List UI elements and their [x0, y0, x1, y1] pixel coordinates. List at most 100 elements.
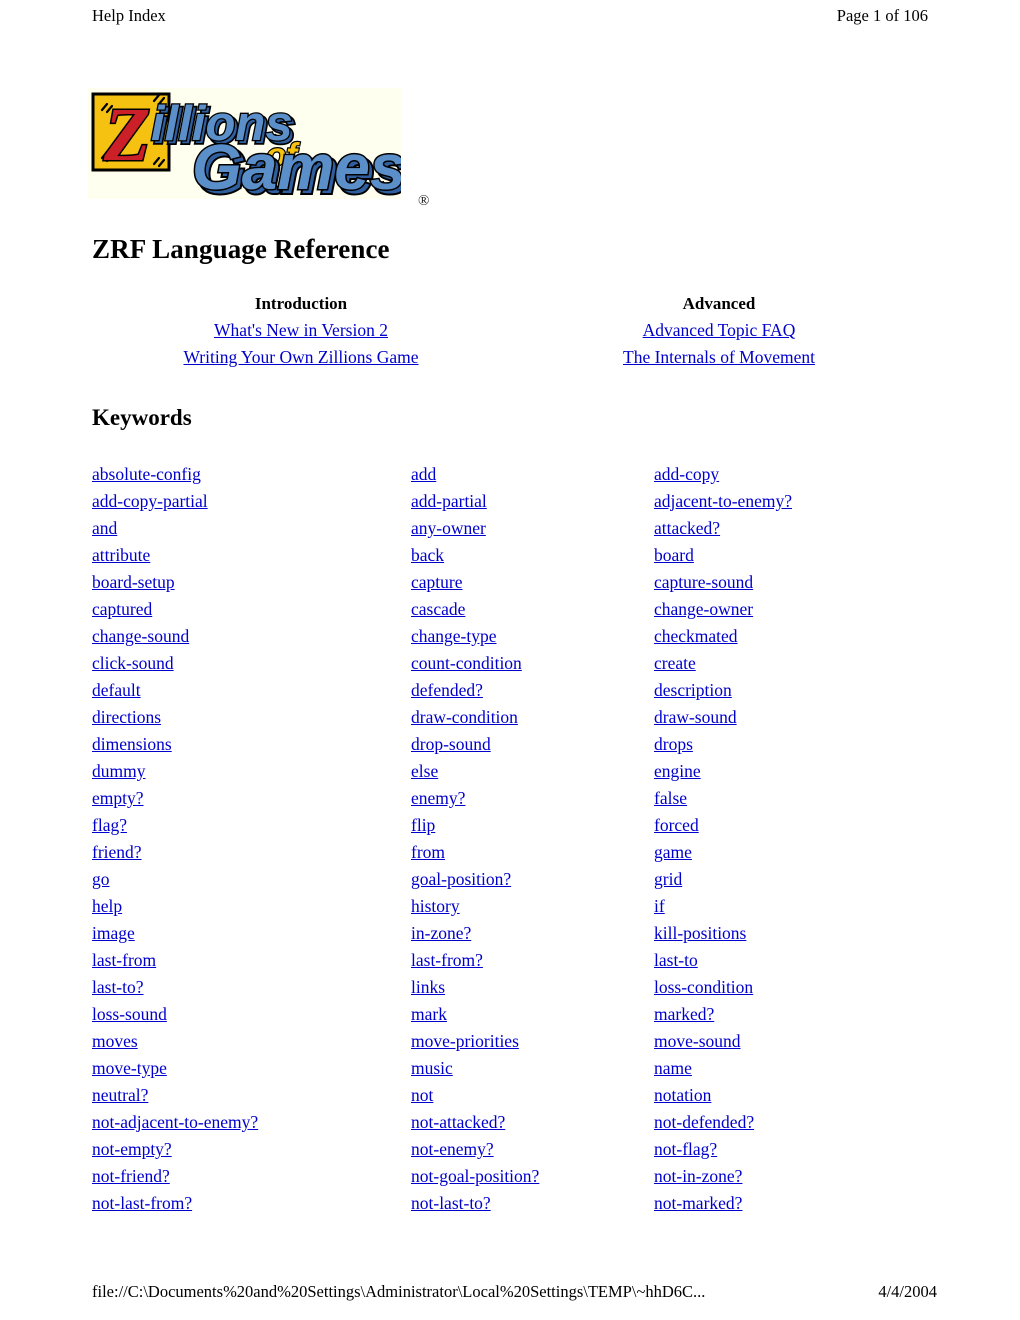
- keyword-link-drops[interactable]: drops: [654, 734, 693, 754]
- keyword-link-capture[interactable]: capture: [411, 572, 463, 592]
- keyword-link-false[interactable]: false: [654, 788, 687, 808]
- keyword-link-last-to[interactable]: last-to: [654, 950, 698, 970]
- keyword-link-help[interactable]: help: [92, 896, 122, 916]
- keyword-link-count-condition[interactable]: count-condition: [411, 653, 522, 673]
- keyword-link-notation[interactable]: notation: [654, 1085, 711, 1105]
- nav-column-introduction: Introduction: [92, 290, 510, 317]
- nav-link-whats-new-in-version-2[interactable]: What's New in Version 2: [214, 320, 388, 340]
- keyword-link-draw-sound[interactable]: draw-sound: [654, 707, 737, 727]
- keyword-cell: draw-condition: [411, 704, 654, 731]
- keyword-link-not-enemy[interactable]: not-enemy?: [411, 1139, 494, 1159]
- keyword-link-description[interactable]: description: [654, 680, 732, 700]
- keyword-link-empty[interactable]: empty?: [92, 788, 144, 808]
- keyword-link-change-type[interactable]: change-type: [411, 626, 497, 646]
- keyword-link-absolute-config[interactable]: absolute-config: [92, 464, 201, 484]
- keyword-link-not-marked[interactable]: not-marked?: [654, 1193, 742, 1213]
- keyword-link-create[interactable]: create: [654, 653, 696, 673]
- keyword-link-change-sound[interactable]: change-sound: [92, 626, 189, 646]
- keyword-row: not-adjacent-to-enemy? not-attacked? not-d…: [92, 1109, 928, 1136]
- keyword-link-in-zone[interactable]: in-zone?: [411, 923, 471, 943]
- keyword-link-flag[interactable]: flag?: [92, 815, 127, 835]
- keyword-link-any-owner[interactable]: any-owner: [411, 518, 486, 538]
- keyword-link-not-empty[interactable]: not-empty?: [92, 1139, 172, 1159]
- keyword-link-history[interactable]: history: [411, 896, 460, 916]
- keyword-link-from[interactable]: from: [411, 842, 445, 862]
- keyword-link-defended[interactable]: defended?: [411, 680, 483, 700]
- keyword-link-not-last-to[interactable]: not-last-to?: [411, 1193, 491, 1213]
- keyword-link-last-from[interactable]: last-from?: [411, 950, 483, 970]
- keyword-cell: not-attacked?: [411, 1109, 654, 1136]
- keyword-link-add[interactable]: add: [411, 464, 436, 484]
- keyword-link-attacked[interactable]: attacked?: [654, 518, 720, 538]
- page-title: ZRF Language Reference: [92, 234, 390, 264]
- keyword-link-forced[interactable]: forced: [654, 815, 699, 835]
- keyword-link-engine[interactable]: engine: [654, 761, 701, 781]
- keyword-row: flag? flip forced: [92, 812, 928, 839]
- keyword-link-checkmated[interactable]: checkmated: [654, 626, 738, 646]
- keyword-cell: not-last-to?: [411, 1190, 654, 1217]
- keyword-cell: in-zone?: [411, 920, 654, 947]
- keyword-link-attribute[interactable]: attribute: [92, 545, 150, 565]
- keyword-link-draw-condition[interactable]: draw-condition: [411, 707, 518, 727]
- keyword-link-not-defended[interactable]: not-defended?: [654, 1112, 754, 1132]
- keyword-link-not[interactable]: not: [411, 1085, 433, 1105]
- keyword-link-not-attacked[interactable]: not-attacked?: [411, 1112, 505, 1132]
- keyword-link-cascade[interactable]: cascade: [411, 599, 465, 619]
- keyword-link-directions[interactable]: directions: [92, 707, 161, 727]
- keyword-link-change-owner[interactable]: change-owner: [654, 599, 753, 619]
- keyword-link-capture-sound[interactable]: capture-sound: [654, 572, 753, 592]
- keyword-link-go[interactable]: go: [92, 869, 110, 889]
- keyword-link-image[interactable]: image: [92, 923, 135, 943]
- nav-link-writing-your-own-zillions-game[interactable]: Writing Your Own Zillions Game: [183, 347, 418, 367]
- keyword-cell: any-owner: [411, 515, 654, 542]
- keyword-link-not-adjacent-to-enemy[interactable]: not-adjacent-to-enemy?: [92, 1112, 258, 1132]
- keyword-link-not-flag[interactable]: not-flag?: [654, 1139, 717, 1159]
- keyword-link-add-copy[interactable]: add-copy: [654, 464, 719, 484]
- keyword-link-not-in-zone[interactable]: not-in-zone?: [654, 1166, 742, 1186]
- keyword-link-music[interactable]: music: [411, 1058, 453, 1078]
- keyword-link-move-type[interactable]: move-type: [92, 1058, 167, 1078]
- keyword-link-kill-positions[interactable]: kill-positions: [654, 923, 746, 943]
- keyword-link-goal-position[interactable]: goal-position?: [411, 869, 511, 889]
- keyword-link-not-friend[interactable]: not-friend?: [92, 1166, 170, 1186]
- keyword-link-click-sound[interactable]: click-sound: [92, 653, 174, 673]
- keyword-link-marked[interactable]: marked?: [654, 1004, 714, 1024]
- keyword-link-loss-condition[interactable]: loss-condition: [654, 977, 753, 997]
- keyword-link-board-setup[interactable]: board-setup: [92, 572, 175, 592]
- keyword-link-moves[interactable]: moves: [92, 1031, 138, 1051]
- keyword-link-flip[interactable]: flip: [411, 815, 435, 835]
- keyword-link-links[interactable]: links: [411, 977, 445, 997]
- keyword-link-drop-sound[interactable]: drop-sound: [411, 734, 491, 754]
- keyword-link-add-partial[interactable]: add-partial: [411, 491, 487, 511]
- keyword-link-back[interactable]: back: [411, 545, 444, 565]
- keyword-link-name[interactable]: name: [654, 1058, 692, 1078]
- keyword-link-default[interactable]: default: [92, 680, 141, 700]
- keyword-link-last-from[interactable]: last-from: [92, 950, 156, 970]
- keyword-link-move-priorities[interactable]: move-priorities: [411, 1031, 519, 1051]
- keyword-link-captured[interactable]: captured: [92, 599, 152, 619]
- keyword-cell: mark: [411, 1001, 654, 1028]
- keyword-link-dummy[interactable]: dummy: [92, 761, 145, 781]
- keyword-link-enemy[interactable]: enemy?: [411, 788, 465, 808]
- nav-link-advanced-topic-faq[interactable]: Advanced Topic FAQ: [643, 320, 796, 340]
- keyword-link-not-goal-position[interactable]: not-goal-position?: [411, 1166, 539, 1186]
- keyword-link-not-last-from[interactable]: not-last-from?: [92, 1193, 192, 1213]
- keyword-link-grid[interactable]: grid: [654, 869, 682, 889]
- keyword-link-dimensions[interactable]: dimensions: [92, 734, 172, 754]
- keyword-link-neutral[interactable]: neutral?: [92, 1085, 148, 1105]
- keyword-link-game[interactable]: game: [654, 842, 692, 862]
- keyword-cell: create: [654, 650, 928, 677]
- keyword-link-last-to[interactable]: last-to?: [92, 977, 144, 997]
- keyword-link-mark[interactable]: mark: [411, 1004, 447, 1024]
- keyword-link-loss-sound[interactable]: loss-sound: [92, 1004, 167, 1024]
- keyword-link-and[interactable]: and: [92, 518, 117, 538]
- keyword-link-board[interactable]: board: [654, 545, 694, 565]
- keyword-link-friend[interactable]: friend?: [92, 842, 142, 862]
- keyword-cell: capture: [411, 569, 654, 596]
- nav-link-the-internals-of-movement[interactable]: The Internals of Movement: [623, 347, 815, 367]
- keyword-link-adjacent-to-enemy[interactable]: adjacent-to-enemy?: [654, 491, 792, 511]
- keyword-link-move-sound[interactable]: move-sound: [654, 1031, 741, 1051]
- keyword-link-if[interactable]: if: [654, 896, 665, 916]
- keyword-link-else[interactable]: else: [411, 761, 438, 781]
- keyword-link-add-copy-partial[interactable]: add-copy-partial: [92, 491, 208, 511]
